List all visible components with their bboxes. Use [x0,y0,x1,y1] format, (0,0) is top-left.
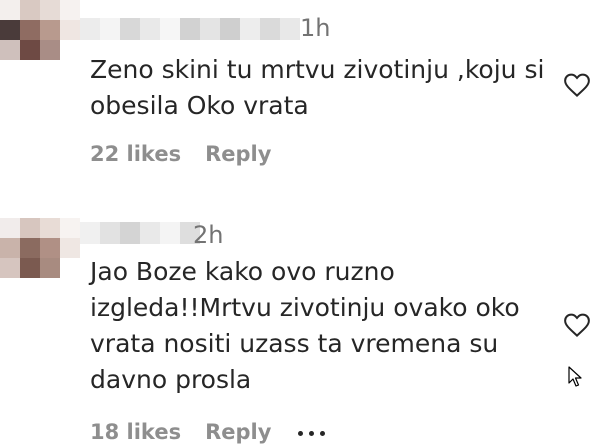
likes-count[interactable]: 18 likes [90,420,181,444]
comment-text: Jao Boze kako ovo ruzno izgleda!!Mrtvu z… [90,254,550,398]
comment-item: 2h Jao Boze kako ovo ruzno izgleda!!Mrtv… [0,190,610,444]
comment-text-line: obesila Oko vrata [90,91,309,120]
comment-timestamp[interactable]: 1h [300,14,330,42]
comment-text-line: izgleda!!Mrtvu zivotinju ovako oko [90,293,520,322]
comment-text-line: Jao Boze kako ovo ruzno [90,257,395,286]
heart-outline-icon[interactable] [560,310,594,340]
username-obscured[interactable] [80,18,300,40]
avatar[interactable] [0,0,80,60]
comment-meta: 22 likes Reply [90,142,271,166]
comment-item: 1h Zeno skini tu mrtvu zivotinju ,koju s… [0,0,610,190]
heart-outline-icon[interactable] [560,70,594,100]
comment-timestamp[interactable]: 2h [193,221,223,249]
mouse-pointer-icon [568,366,582,387]
comment-text-line: davno prosla [90,365,252,394]
reply-button[interactable]: Reply [205,142,271,166]
avatar[interactable] [0,218,80,278]
reply-button[interactable]: Reply [205,420,271,444]
username-obscured[interactable] [80,222,200,244]
comment-text-line: Zeno skini tu mrtvu zivotinju ,koju si [90,55,545,84]
ellipsis-icon [298,421,331,440]
comment-text-line: vrata nositi uzass ta vremena su [90,329,499,358]
comment-text: Zeno skini tu mrtvu zivotinju ,koju si o… [90,52,550,124]
likes-count[interactable]: 22 likes [90,142,181,166]
more-options-button[interactable] [298,421,332,436]
comment-meta: 18 likes Reply [90,420,271,444]
